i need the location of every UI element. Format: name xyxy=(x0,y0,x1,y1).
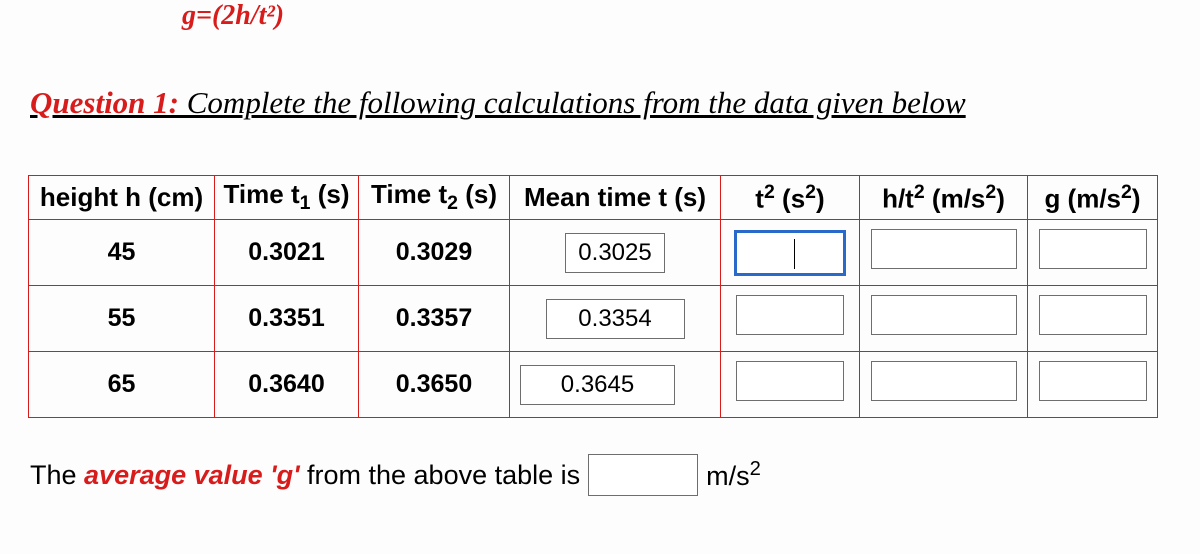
text-caret-icon xyxy=(794,239,795,269)
cell-t2: 0.3357 xyxy=(359,286,510,352)
col-header-g: g (m/s2) xyxy=(1028,176,1158,220)
calculations-table: height h (cm) Time t1 (s) Time t2 (s) Me… xyxy=(28,175,1158,418)
formula-text: g=(2h/t²) xyxy=(182,0,284,32)
g-input[interactable] xyxy=(1039,229,1147,269)
avg-text-pre: The xyxy=(30,460,84,490)
g-input[interactable] xyxy=(1039,295,1147,335)
table-header-row: height h (cm) Time t1 (s) Time t2 (s) Me… xyxy=(29,176,1158,220)
t-squared-input[interactable] xyxy=(734,230,846,276)
mean-time-display: 0.3645 xyxy=(520,365,675,405)
table-row: 65 0.3640 0.3650 0.3645 xyxy=(29,352,1158,418)
h-over-t2-input[interactable] xyxy=(871,229,1017,269)
col-header-height: height h (cm) xyxy=(29,176,215,220)
cell-mean-time: 0.3354 xyxy=(510,286,721,352)
cell-t-squared xyxy=(721,352,860,418)
cell-h-over-t2 xyxy=(860,220,1028,286)
cell-t2: 0.3650 xyxy=(359,352,510,418)
average-value-line: The average value 'g' from the above tab… xyxy=(30,454,761,496)
table-row: 45 0.3021 0.3029 0.3025 xyxy=(29,220,1158,286)
question-heading: Question 1: Complete the following calcu… xyxy=(30,85,966,121)
col-header-time1: Time t1 (s) xyxy=(215,176,359,220)
g-input[interactable] xyxy=(1039,361,1147,401)
cell-h: 65 xyxy=(29,352,215,418)
cell-h-over-t2 xyxy=(860,352,1028,418)
cell-g xyxy=(1028,220,1158,286)
col-header-mean-time: Mean time t (s) xyxy=(510,176,721,220)
t-squared-input[interactable] xyxy=(736,295,844,335)
cell-h: 55 xyxy=(29,286,215,352)
question-text: Complete the following calculations from… xyxy=(179,85,966,120)
mean-time-display: 0.3025 xyxy=(565,233,665,273)
cell-t-squared xyxy=(721,286,860,352)
avg-unit: m/s2 xyxy=(706,458,761,492)
cell-g xyxy=(1028,352,1158,418)
avg-text-post: from the above table is xyxy=(300,460,581,490)
mean-time-display: 0.3354 xyxy=(546,299,685,339)
avg-highlight: average value 'g' xyxy=(84,460,299,490)
cell-t2: 0.3029 xyxy=(359,220,510,286)
cell-t1: 0.3021 xyxy=(215,220,359,286)
cell-g xyxy=(1028,286,1158,352)
t-squared-input[interactable] xyxy=(736,361,844,401)
table-row: 55 0.3351 0.3357 0.3354 xyxy=(29,286,1158,352)
col-header-t-squared: t2 (s2) xyxy=(721,176,860,220)
h-over-t2-input[interactable] xyxy=(871,361,1017,401)
cell-h: 45 xyxy=(29,220,215,286)
cell-t1: 0.3640 xyxy=(215,352,359,418)
cell-t-squared xyxy=(721,220,860,286)
cell-mean-time: 0.3025 xyxy=(510,220,721,286)
cell-t1: 0.3351 xyxy=(215,286,359,352)
col-header-time2: Time t2 (s) xyxy=(359,176,510,220)
question-label: Question 1: xyxy=(30,85,179,120)
average-g-input[interactable] xyxy=(588,454,698,496)
cell-h-over-t2 xyxy=(860,286,1028,352)
col-header-h-over-t2: h/t2 (m/s2) xyxy=(860,176,1028,220)
h-over-t2-input[interactable] xyxy=(871,295,1017,335)
cell-mean-time: 0.3645 xyxy=(510,352,721,418)
